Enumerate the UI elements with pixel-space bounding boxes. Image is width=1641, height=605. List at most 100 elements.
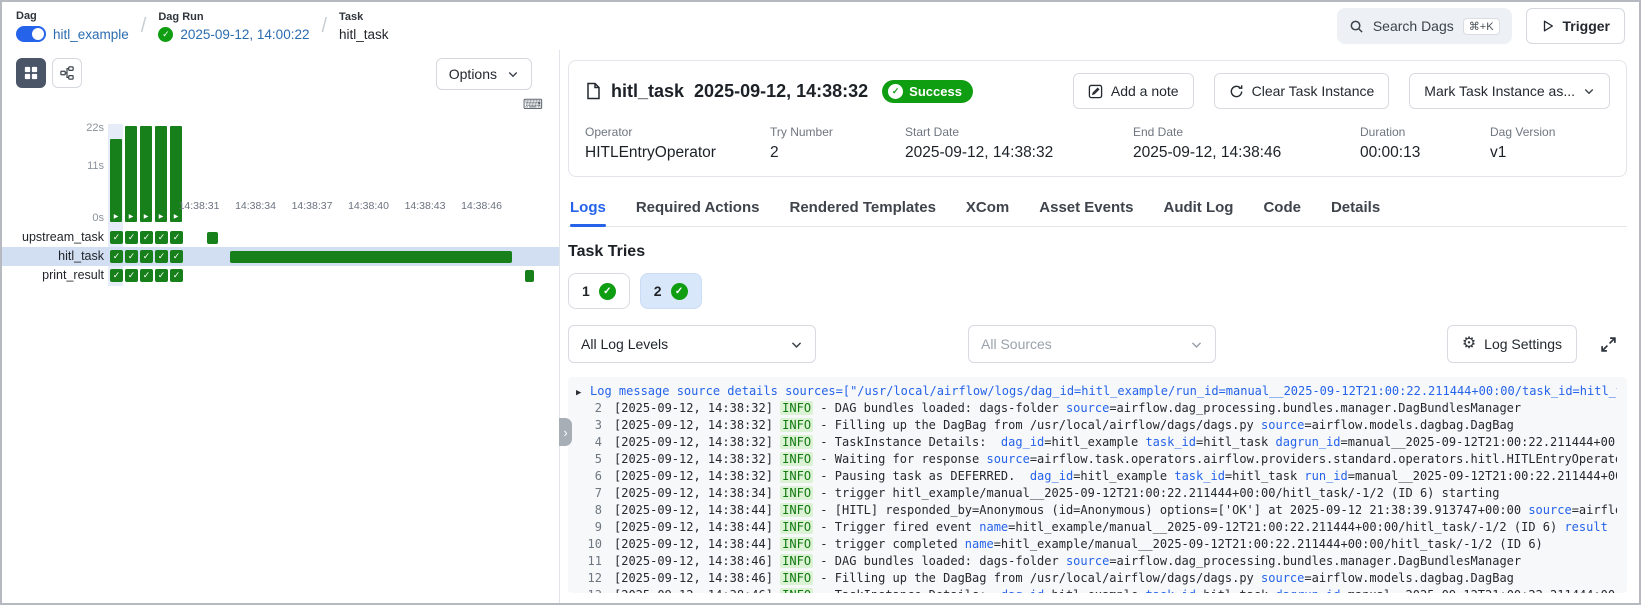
log-level-select[interactable]: All Log Levels bbox=[568, 325, 816, 363]
task-instance-title: hitl_task bbox=[611, 81, 684, 102]
grid-view-button[interactable] bbox=[16, 58, 46, 88]
task-instance-square[interactable]: ✓ bbox=[170, 250, 183, 263]
run-duration-bar[interactable]: ▶ bbox=[140, 126, 152, 222]
tab-required-actions[interactable]: Required Actions bbox=[636, 191, 760, 226]
tab-xcom[interactable]: XCom bbox=[966, 191, 1009, 226]
log-line: 5[2025-09-12, 14:38:32] INFO - Waiting f… bbox=[576, 451, 1617, 468]
try-button-2[interactable]: 2✓ bbox=[640, 273, 702, 309]
time-axis-label: 14:38:46 bbox=[452, 200, 512, 212]
log-text: - TaskInstance Details: bbox=[813, 435, 1001, 449]
task-row-name[interactable]: print_result bbox=[2, 266, 104, 285]
log-key: source bbox=[1261, 418, 1304, 432]
document-icon bbox=[585, 82, 601, 100]
log-text: [2025-09-12, 14:38:32] bbox=[614, 401, 780, 415]
task-instance-square[interactable]: ✓ bbox=[140, 231, 153, 244]
task-instance-square[interactable]: ✓ bbox=[110, 269, 123, 282]
task-row-name[interactable]: hitl_task bbox=[2, 247, 104, 266]
panel-collapse-handle[interactable]: › bbox=[559, 418, 572, 446]
tab-logs[interactable]: Logs bbox=[570, 191, 606, 226]
gantt-bar[interactable] bbox=[230, 251, 512, 263]
stat-value: 2025-09-12, 14:38:46 bbox=[1133, 144, 1360, 162]
log-settings-button[interactable]: ⚙ Log Settings bbox=[1447, 325, 1577, 363]
fullscreen-button[interactable] bbox=[1589, 325, 1627, 363]
options-button[interactable]: Options bbox=[436, 58, 532, 90]
try-button-1[interactable]: 1✓ bbox=[568, 273, 630, 309]
log-output[interactable]: ▶Log message source details sources=["/u… bbox=[568, 377, 1627, 593]
log-level-badge: INFO bbox=[780, 537, 813, 551]
log-text: =hitl_task bbox=[1196, 435, 1275, 449]
task-row[interactable]: hitl_task✓✓✓✓✓ bbox=[2, 247, 559, 266]
task-instance-squares: ✓✓✓✓✓ bbox=[110, 250, 183, 263]
task-instance-square[interactable]: ✓ bbox=[110, 231, 123, 244]
task-instance-square[interactable]: ✓ bbox=[170, 231, 183, 244]
task-instance-square[interactable]: ✓ bbox=[155, 231, 168, 244]
tab-details[interactable]: Details bbox=[1331, 191, 1380, 226]
log-filters: All Log Levels All Sources ⚙ Log Setting… bbox=[568, 325, 1627, 363]
topbar-actions: Search Dags ⌘+K Trigger bbox=[1337, 8, 1625, 44]
breadcrumb-separator: / bbox=[321, 15, 327, 38]
keyboard-shortcuts-icon[interactable]: ⌨ bbox=[523, 96, 543, 113]
expander-triangle-icon[interactable]: ▶ bbox=[576, 383, 590, 400]
task-instance-square[interactable]: ✓ bbox=[125, 269, 138, 282]
log-line-number: 8 bbox=[576, 502, 602, 519]
toggle-knob bbox=[32, 28, 44, 40]
tab-asset-events[interactable]: Asset Events bbox=[1039, 191, 1133, 226]
panel-divider[interactable]: › bbox=[559, 50, 560, 603]
expand-icon bbox=[1600, 336, 1617, 353]
task-instance-square[interactable]: ✓ bbox=[155, 269, 168, 282]
log-text: - DAG bundles loaded: dags-folder bbox=[813, 554, 1066, 568]
task-instance-square[interactable]: ✓ bbox=[110, 250, 123, 263]
clear-task-instance-button[interactable]: Clear Task Instance bbox=[1214, 73, 1390, 109]
run-type-icon: ▶ bbox=[170, 213, 182, 221]
log-text: - TaskInstance Details: bbox=[813, 588, 1001, 593]
log-key: name bbox=[965, 537, 994, 551]
log-line-text: [2025-09-12, 14:38:32] INFO - DAG bundle… bbox=[614, 400, 1521, 417]
log-line-number: 11 bbox=[576, 553, 602, 570]
task-instance-square[interactable]: ✓ bbox=[140, 269, 153, 282]
log-settings-label: Log Settings bbox=[1484, 336, 1562, 352]
log-text: - trigger completed bbox=[813, 537, 965, 551]
graph-view-button[interactable] bbox=[52, 58, 82, 88]
tab-audit-log[interactable]: Audit Log bbox=[1163, 191, 1233, 226]
run-duration-bar[interactable]: ▶ bbox=[125, 126, 137, 222]
task-instance-square[interactable]: ✓ bbox=[125, 231, 138, 244]
log-line: 12[2025-09-12, 14:38:46] INFO - Filling … bbox=[576, 570, 1617, 587]
dag-link[interactable]: hitl_example bbox=[53, 27, 129, 42]
gantt-bar[interactable] bbox=[207, 232, 218, 244]
log-text: =hitl_example bbox=[1044, 588, 1145, 593]
task-instance-square[interactable]: ✓ bbox=[170, 269, 183, 282]
dagrun-link[interactable]: 2025-09-12, 14:00:22 bbox=[180, 27, 309, 42]
logs-section: Task Tries 1✓2✓ All Log Levels All Sourc… bbox=[568, 227, 1627, 603]
log-line: 7[2025-09-12, 14:38:34] INFO - trigger h… bbox=[576, 485, 1617, 502]
tab-code[interactable]: Code bbox=[1263, 191, 1301, 226]
task-row-name[interactable]: upstream_task bbox=[2, 228, 104, 247]
task-row[interactable]: upstream_task✓✓✓✓✓ bbox=[2, 228, 559, 247]
task-row[interactable]: print_result✓✓✓✓✓ bbox=[2, 266, 559, 285]
chevron-down-icon bbox=[507, 68, 519, 80]
run-duration-bar[interactable]: ▶ bbox=[155, 126, 167, 222]
log-group-header: ▶Log message source details sources=["/u… bbox=[576, 383, 1617, 400]
breadcrumb-task: Task hitl_task bbox=[339, 11, 389, 42]
task-instance-square[interactable]: ✓ bbox=[140, 250, 153, 263]
log-text: =manual__2025-09-12T21:00:22.211444+00:0… bbox=[1348, 469, 1617, 483]
trigger-button[interactable]: Trigger bbox=[1526, 8, 1625, 44]
run-duration-bar[interactable]: ▶ bbox=[110, 139, 122, 222]
log-text: =hitl_task bbox=[1225, 469, 1304, 483]
search-dags-button[interactable]: Search Dags ⌘+K bbox=[1337, 8, 1512, 44]
task-instance-square[interactable]: ✓ bbox=[125, 250, 138, 263]
log-text: - trigger hitl_example/manual__2025-09-1… bbox=[813, 486, 1499, 500]
gantt-bar[interactable] bbox=[525, 270, 534, 282]
tab-rendered-templates[interactable]: Rendered Templates bbox=[789, 191, 935, 226]
log-source-select[interactable]: All Sources bbox=[968, 325, 1216, 363]
stat-duration: Duration00:00:13 bbox=[1360, 125, 1490, 162]
mark-task-instance-as-button[interactable]: Mark Task Instance as... bbox=[1409, 73, 1610, 109]
log-line-text: [2025-09-12, 14:38:34] INFO - trigger hi… bbox=[614, 485, 1499, 502]
add-note-button[interactable]: Add a note bbox=[1073, 73, 1194, 109]
log-text: =hitl_example/manual__2025-09-12T21:00:2… bbox=[994, 537, 1543, 551]
search-shortcut: ⌘+K bbox=[1463, 18, 1500, 35]
dag-pause-toggle[interactable] bbox=[16, 26, 46, 42]
log-text: =airflow bbox=[1572, 503, 1617, 517]
task-instance-square[interactable]: ✓ bbox=[155, 250, 168, 263]
stat-label: End Date bbox=[1133, 125, 1360, 139]
stat-value: 2 bbox=[770, 144, 905, 162]
